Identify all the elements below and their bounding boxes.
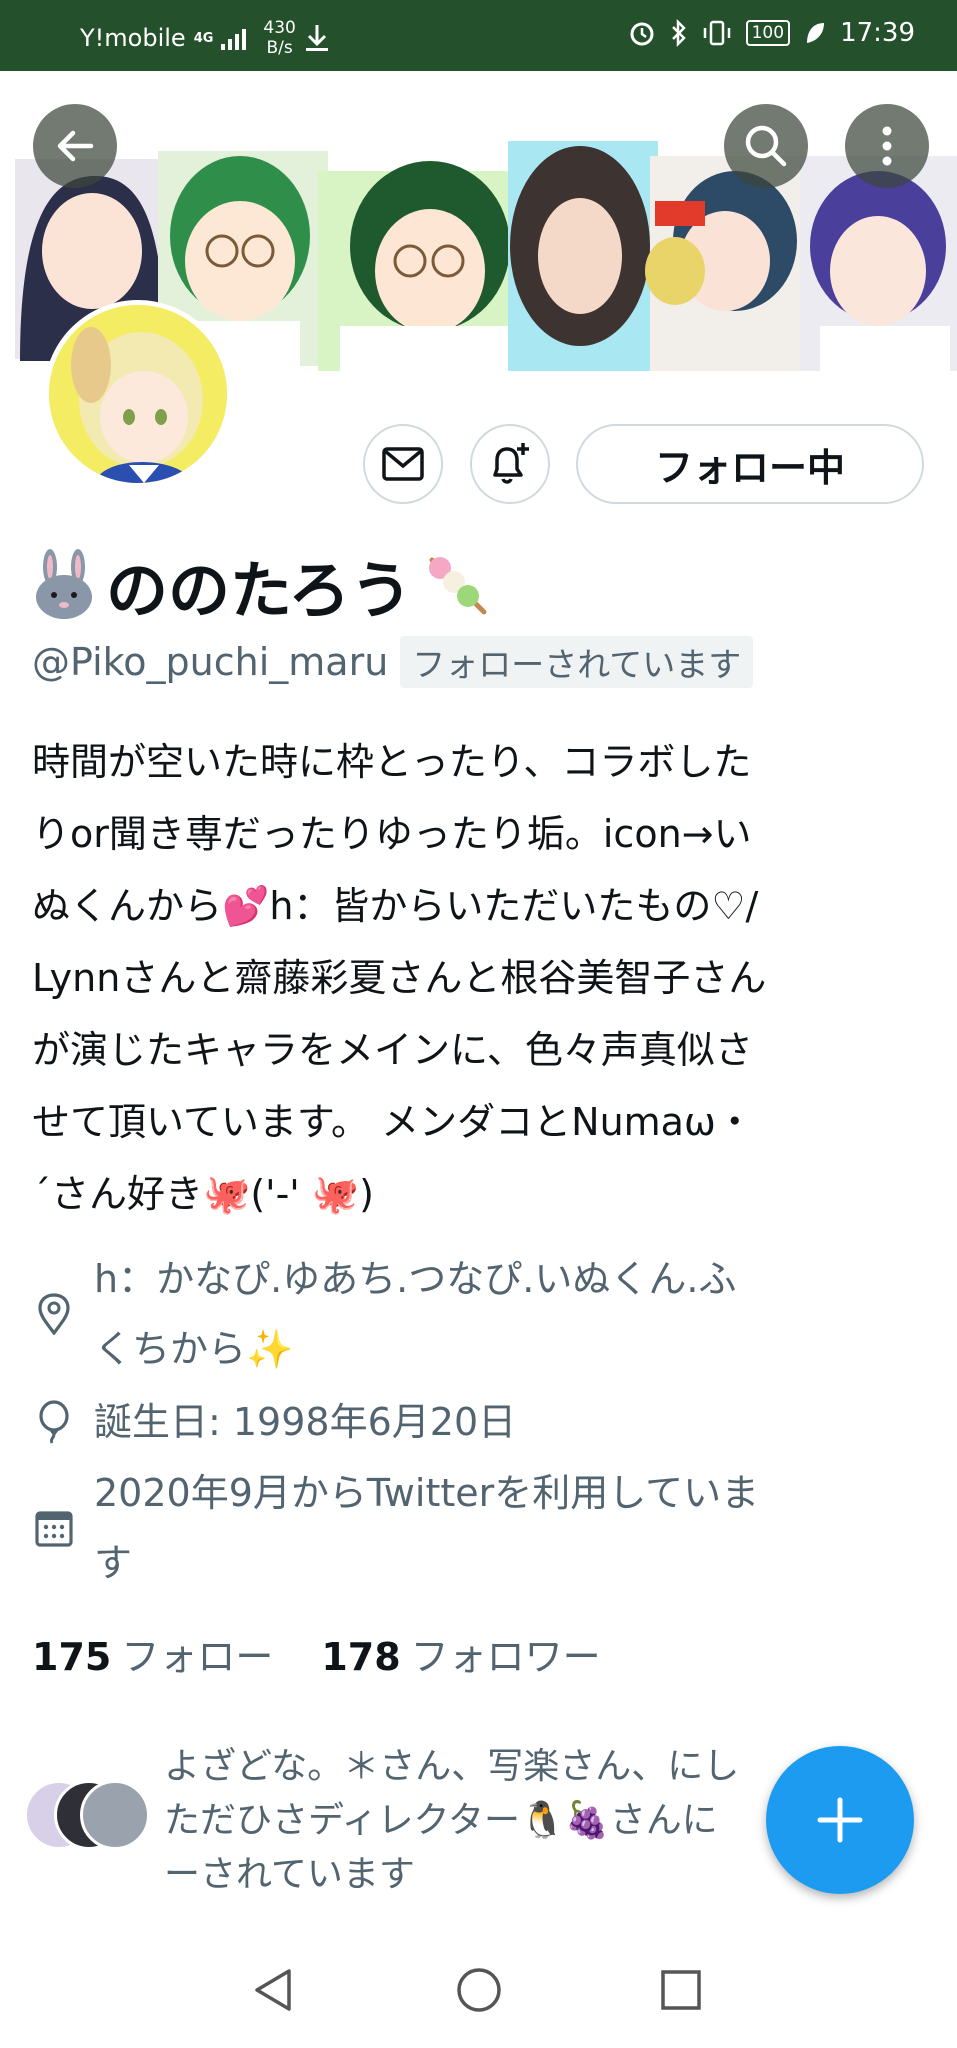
- avatar-illustration: [49, 305, 227, 483]
- follow-counts: 175 フォロー 178 フォロワー: [32, 1626, 601, 1681]
- joined-line: す: [94, 1541, 133, 1585]
- bio-line: 時間が空いた時に枠とったり、コラボした: [32, 740, 752, 784]
- display-name: ののたろう: [106, 554, 413, 627]
- circle-home-icon: [457, 1968, 501, 2012]
- status-bar: Y!mobile 4G 430 B/s 100 17:39: [0, 0, 957, 71]
- speed-unit: B/s: [266, 38, 293, 58]
- back-button[interactable]: [33, 104, 117, 188]
- arrow-left-icon: [57, 130, 94, 162]
- clock: 17:39: [840, 18, 915, 48]
- bio-line: ´さん好き🐙('-' 🐙): [32, 1172, 374, 1216]
- nav-recents-button[interactable]: [651, 1960, 711, 2020]
- followed-by-avatars: [24, 1780, 150, 1850]
- bio-line: りor聞き専だったりゆったり垢。icon→い: [32, 812, 752, 856]
- location-row: h：かなぴ.ゆあち.つなぴ.いぬくん.ふ くちから✨: [32, 1244, 736, 1384]
- calendar-icon: [35, 1511, 73, 1547]
- location-pin-icon: [38, 1293, 70, 1335]
- followed-by-line: ーされています: [164, 1854, 415, 1895]
- joined-row: 2020年9月からTwitterを利用していま す: [32, 1458, 759, 1598]
- bio-line: が演じたキャラをメインに、色々声真似さ: [32, 1028, 753, 1072]
- following-count: 175: [32, 1635, 112, 1679]
- bell-plus-icon: [493, 443, 529, 484]
- envelope-icon: [382, 447, 424, 481]
- profile-avatar[interactable]: [44, 300, 232, 488]
- bluetooth-icon: [671, 19, 686, 47]
- avatar: [80, 1780, 150, 1850]
- nav-home-button[interactable]: [449, 1960, 509, 2020]
- alarm-icon: [630, 22, 654, 46]
- bio-line: ぬくんから💕h：皆からいただいたもの♡/: [32, 884, 759, 928]
- location-line: くちから✨: [94, 1327, 294, 1371]
- location-line: h：かなぴ.ゆあち.つなぴ.いぬくん.ふ: [94, 1257, 737, 1301]
- search-icon: [745, 125, 787, 167]
- speed-value: 430: [263, 18, 296, 38]
- search-button[interactable]: [724, 104, 808, 188]
- more-vertical-icon: [882, 126, 892, 166]
- plus-icon: [817, 1797, 863, 1843]
- followers-link[interactable]: 178 フォロワー: [321, 1626, 600, 1681]
- joined-line: 2020年9月からTwitterを利用していま: [94, 1471, 760, 1515]
- compose-button[interactable]: [766, 1746, 914, 1894]
- system-nav-bar: [0, 1930, 957, 2048]
- rabbit-icon: [36, 549, 92, 619]
- followers-label: フォロワー: [410, 1635, 601, 1679]
- name-row: ののたろう: [32, 540, 492, 630]
- followed-by-line: ただひさディレクター🐧🍇さんに: [164, 1800, 718, 1841]
- balloon-icon: [39, 1400, 69, 1444]
- bio-line: せて頂いています。 メンダコとNumaω・: [32, 1100, 754, 1144]
- network-speed: 430 B/s: [263, 18, 295, 58]
- triangle-back-icon: [255, 1969, 291, 2011]
- carrier-label: Y!mobile: [80, 24, 186, 52]
- more-options-button[interactable]: [845, 104, 929, 188]
- status-right: 100 17:39: [628, 18, 915, 48]
- status-left: Y!mobile 4G 430 B/s: [80, 18, 330, 58]
- battery-indicator: 100: [745, 20, 791, 46]
- download-icon: [305, 25, 328, 51]
- following-label: フォロー: [121, 1635, 274, 1679]
- leaf-icon: [807, 23, 825, 43]
- profile-bio: 時間が空いた時に枠とったり、コラボした りor聞き専だったりゆったり垢。icon…: [32, 726, 932, 1230]
- dango-icon: [429, 557, 487, 615]
- network-label: 4G: [193, 30, 214, 46]
- birthday-text: 誕生日: 1998年6月20日: [94, 1400, 517, 1444]
- following-button[interactable]: フォロー中: [576, 424, 924, 504]
- following-link[interactable]: 175 フォロー: [32, 1626, 273, 1681]
- notifications-button[interactable]: [470, 424, 550, 504]
- nav-back-button[interactable]: [243, 1960, 303, 2020]
- signal-icon: [221, 29, 247, 50]
- follows-you-badge: フォローされています: [400, 636, 754, 688]
- username-handle: @Piko_puchi_maru: [32, 640, 389, 684]
- message-button[interactable]: [363, 424, 443, 504]
- bio-line: Lynnさんと齋藤彩夏さんと根谷美智子さん: [32, 956, 767, 1000]
- handle-row: @Piko_puchi_maru フォローされています: [32, 636, 754, 688]
- followed-by-text: よざどな。＊さん、写楽さん、にし ただひさディレクター🐧🍇さんに ーされています: [164, 1740, 804, 1902]
- square-recents-icon: [661, 1970, 701, 2010]
- birthday-row: 誕生日: 1998年6月20日: [32, 1387, 516, 1457]
- followed-by-line: よざどな。＊さん、写楽さん、にし: [164, 1746, 740, 1787]
- followers-count: 178: [321, 1635, 401, 1679]
- vibrate-icon: [703, 20, 730, 46]
